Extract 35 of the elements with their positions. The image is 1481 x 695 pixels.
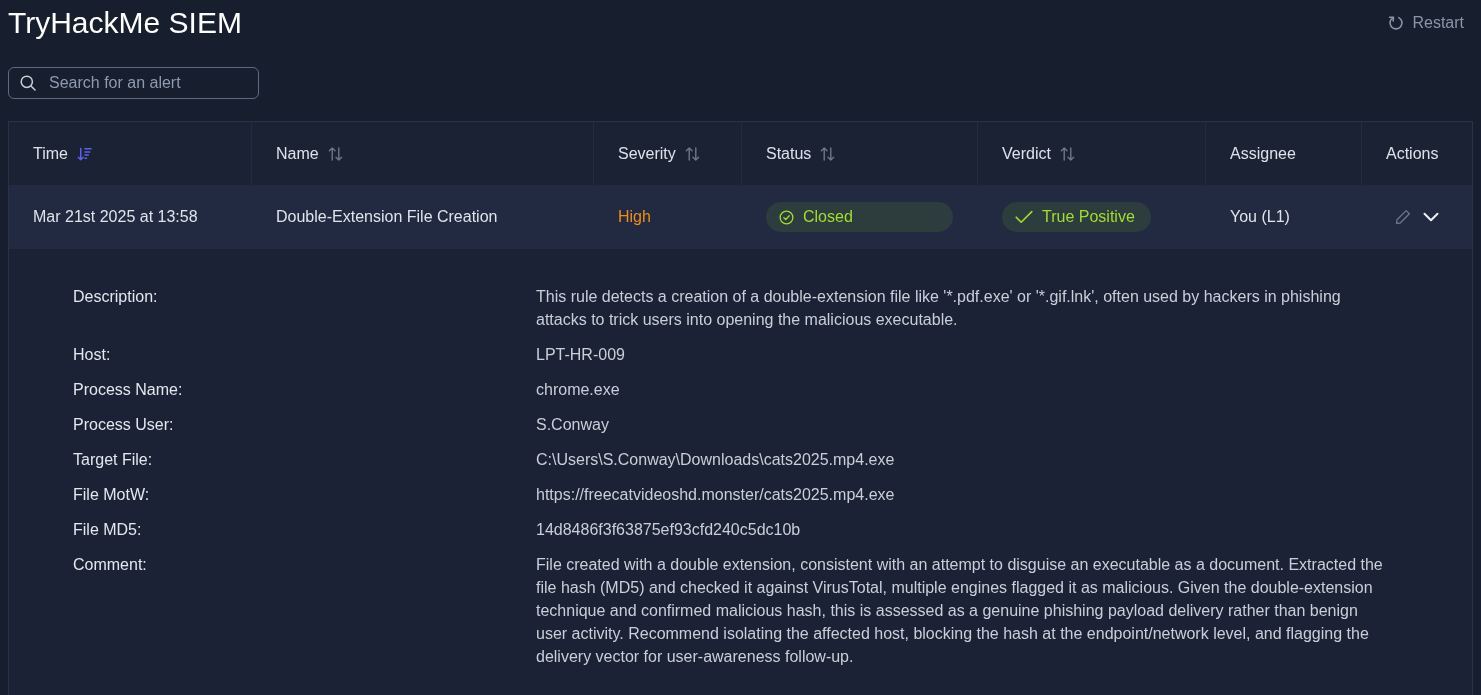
check-icon <box>1015 210 1033 224</box>
chevron-down-icon <box>1423 212 1439 222</box>
table-cell-text: Mar 21st 2025 at 13:58 <box>32 207 199 227</box>
verdict-label: True Positive <box>1042 208 1135 226</box>
detail-label: Description: <box>73 287 159 307</box>
detail-value: S.Conway <box>536 415 610 435</box>
expand-button[interactable] <box>1423 212 1439 222</box>
detail-label: Process User: <box>73 415 175 435</box>
status-label: Closed <box>803 208 853 226</box>
detail-value: C:\Users\S.Conway\Downloads\cats2025.mp4.exe <box>536 450 896 470</box>
detail-label: Target File: <box>73 450 154 470</box>
detail-value: https://freecatvideoshd.monster/cats2025.mp4.exe <box>536 485 896 505</box>
detail-value: 14d8486f3f63875ef93cfd240c5dc10b <box>536 520 802 540</box>
column-header: Actions <box>1385 143 1440 164</box>
table-row[interactable]: Mar 21st 2025 at 13:58 Double-Extension File Creation High Closed True Positive You (L1) <box>9 185 1472 249</box>
detail-value: This rule detects a creation of a double-extension file like '*.pdf.exe' or '*.gif.lnk', often used by hackers in phishing attacks to trick users into opening the malicious executable. <box>536 287 1342 330</box>
detail-label: Host: <box>73 345 112 365</box>
detail-label: Comment: <box>73 555 148 575</box>
table-cell-text: Double-Extension File Creation <box>275 207 499 227</box>
check-circle-icon <box>779 209 794 225</box>
table-cell-text: You (L1) <box>1229 207 1291 227</box>
page-title: TryHackMe SIEM <box>8 5 242 41</box>
detail-value: chrome.exe <box>536 380 621 400</box>
restart-button[interactable]: Restart <box>1384 10 1473 36</box>
detail-label: File MotW: <box>73 485 151 505</box>
edit-button[interactable] <box>1395 209 1411 225</box>
detail-label: Process Name: <box>73 380 184 400</box>
detail-value: LPT-HR-009 <box>536 345 626 365</box>
pencil-icon <box>1395 209 1411 225</box>
search-icon <box>20 75 36 91</box>
search-field[interactable]: Search for an alert <box>8 67 259 99</box>
detail-value: File created with a double extension, consistent with an attempt to disguise an executable as a document. Extracted the file hash (MD5) and checked it against VirusTotal, multiple engines flagged it as malicious. Given the double-extension technique and confirmed malicious hash, this is assessed as a genuine phishing payload delivery rather than benign user activity. Recommend isolating the affected host, blocking the hash at the endpoint/network level, and flagging the delivery vector for user-awareness follow-up. <box>536 555 1384 667</box>
refresh-icon <box>1388 15 1405 31</box>
severity-text: High <box>618 208 651 226</box>
detail-label: File MD5: <box>73 520 143 540</box>
